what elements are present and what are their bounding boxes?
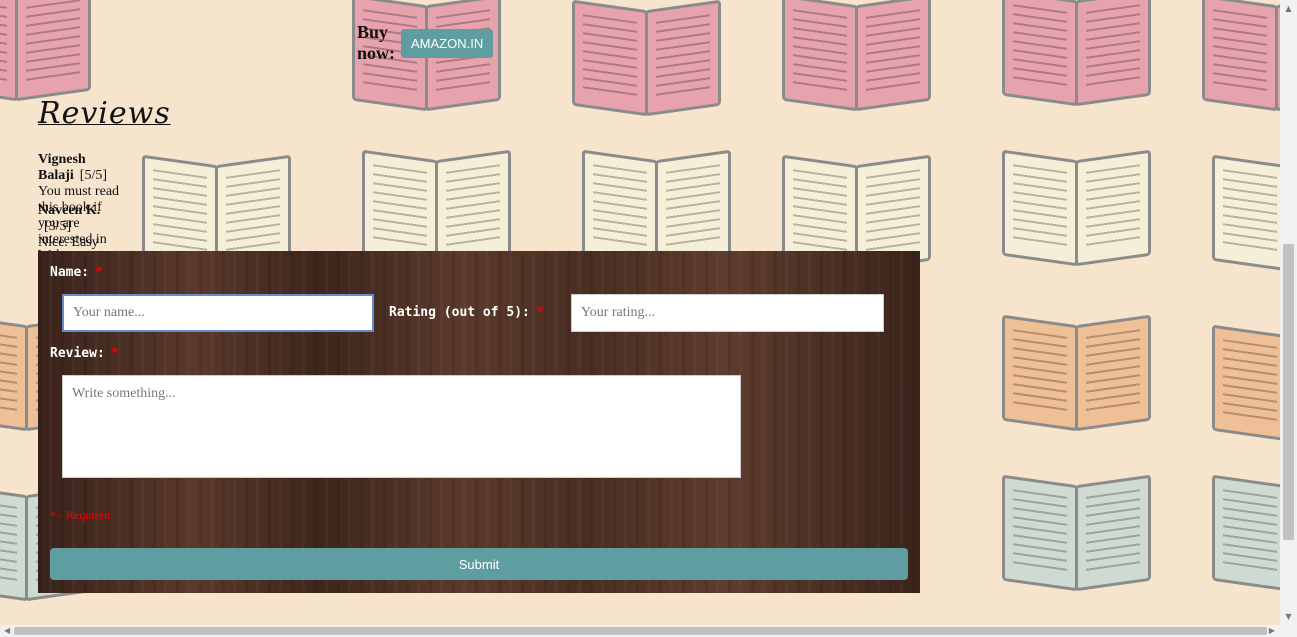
rating-label: Rating (out of 5): * xyxy=(389,305,544,320)
book-decoration xyxy=(0,0,91,102)
name-label-text: Name: xyxy=(50,265,90,280)
review-form: Name: * Rating (out of 5): * Review: * * - … xyxy=(38,251,920,593)
reviewer-name: Vignesh Balaji xyxy=(38,152,86,183)
vertical-scrollbar[interactable]: ▲ ▼ xyxy=(1280,0,1297,625)
book-decoration xyxy=(1000,149,1151,267)
horizontal-scroll-thumb[interactable] xyxy=(14,627,1267,635)
book-decoration xyxy=(1210,154,1280,272)
required-marker: * xyxy=(110,346,119,361)
book-decoration xyxy=(1210,474,1280,592)
review-label-text: Review: xyxy=(50,346,105,361)
review-textarea[interactable] xyxy=(62,375,741,478)
buy-now-section: Buy now: AMAZON.IN xyxy=(357,22,494,64)
name-label: Name: * xyxy=(50,265,103,280)
book-decoration xyxy=(360,149,511,267)
chevron-down-icon[interactable]: ▼ xyxy=(1284,612,1293,621)
book-decoration xyxy=(580,149,731,267)
buy-now-label: Buy now: xyxy=(357,22,396,63)
book-decoration xyxy=(780,0,931,112)
amazon-button[interactable]: AMAZON.IN xyxy=(401,28,494,58)
vertical-scroll-thumb[interactable] xyxy=(1283,244,1294,540)
review-label: Review: * xyxy=(50,346,119,361)
book-decoration xyxy=(1200,0,1280,112)
book-decoration xyxy=(1210,324,1280,442)
chevron-left-icon[interactable]: ◀ xyxy=(4,626,10,635)
chevron-up-icon[interactable]: ▲ xyxy=(1284,4,1293,13)
book-decoration xyxy=(1000,0,1151,107)
name-input[interactable] xyxy=(62,294,374,332)
rating-input[interactable] xyxy=(571,294,884,332)
horizontal-scrollbar[interactable]: ◀ ▶ xyxy=(0,625,1297,637)
rating-label-text: Rating (out of 5): xyxy=(389,305,530,320)
review-rating: [5/5] xyxy=(79,168,107,183)
review-rating: [3/5] xyxy=(44,219,72,234)
chevron-right-icon[interactable]: ▶ xyxy=(1269,626,1275,635)
book-decoration xyxy=(1000,474,1151,592)
required-marker: * xyxy=(535,305,544,320)
submit-button[interactable]: Submit xyxy=(50,548,908,580)
book-decoration xyxy=(1000,314,1151,432)
required-note: * - Required xyxy=(50,508,110,522)
reviews-heading: Reviews xyxy=(38,96,171,131)
book-decoration xyxy=(570,0,721,117)
reviewer-name: Naveen K. xyxy=(38,203,101,218)
required-marker: * xyxy=(95,265,103,280)
